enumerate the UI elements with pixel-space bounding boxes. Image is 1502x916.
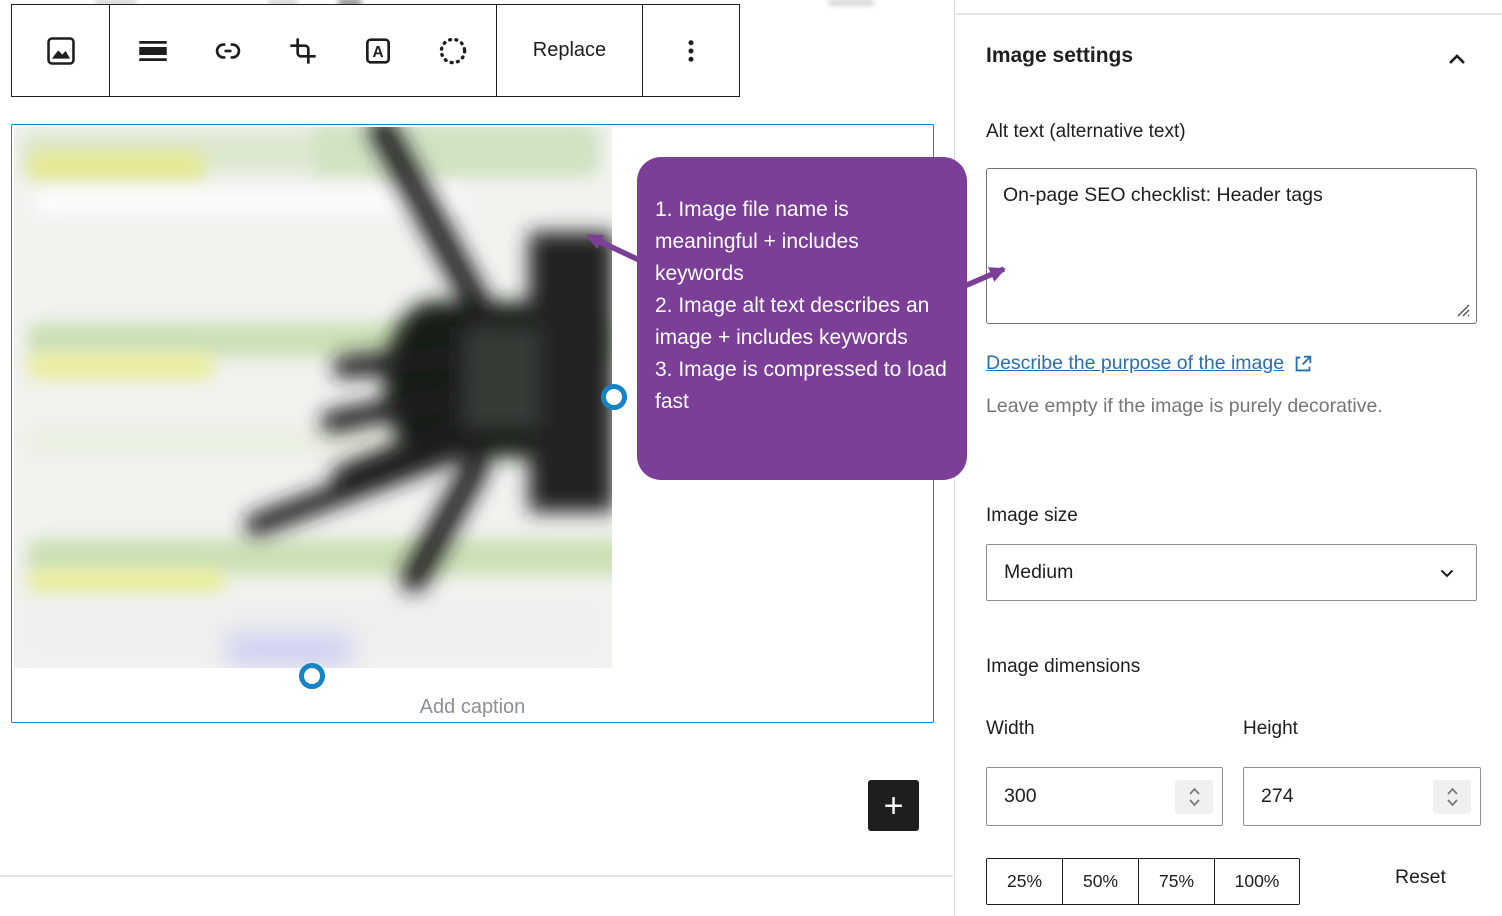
duotone-filter-icon xyxy=(436,34,470,68)
image-block-icon xyxy=(44,34,78,68)
toolbar-block-type-section xyxy=(12,5,109,96)
canvas-divider xyxy=(0,875,953,877)
alt-text-help: Leave empty if the image is purely decor… xyxy=(986,388,1406,424)
reset-button[interactable]: Reset xyxy=(1395,866,1446,889)
image-block-button[interactable] xyxy=(29,19,93,83)
scale-50-button[interactable]: 50% xyxy=(1062,859,1138,904)
collapse-panel-button[interactable] xyxy=(1443,46,1471,74)
image-size-label: Image size xyxy=(986,505,1078,527)
cropped-content-fragment xyxy=(828,0,874,5)
image-block-toolbar: A Replace xyxy=(11,4,740,97)
external-link-icon xyxy=(1292,353,1314,375)
toolbar-options-section xyxy=(642,5,739,96)
height-stepper[interactable] xyxy=(1433,780,1471,814)
svg-text:A: A xyxy=(372,44,383,61)
duotone-filter-button[interactable] xyxy=(421,19,485,83)
options-button[interactable] xyxy=(659,19,723,83)
text-overlay-icon: A xyxy=(362,35,394,67)
align-button[interactable] xyxy=(121,19,185,83)
height-field xyxy=(1243,767,1481,826)
seo-annotation-callout: 1. Image file name is meaningful + inclu… xyxy=(637,157,967,480)
splat-graphic xyxy=(14,127,612,668)
chevron-down-icon xyxy=(1435,561,1459,585)
height-label: Height xyxy=(1243,718,1298,740)
replace-button[interactable]: Replace xyxy=(497,5,642,96)
link-icon xyxy=(212,35,244,67)
alt-text-label: Alt text (alternative text) xyxy=(986,121,1186,143)
toolbar-tools-section: A xyxy=(109,5,496,96)
options-icon xyxy=(676,36,706,66)
chevron-up-icon xyxy=(1443,46,1471,74)
crop-button[interactable] xyxy=(271,19,335,83)
text-overlay-button[interactable]: A xyxy=(346,19,410,83)
image-dimensions-label: Image dimensions xyxy=(986,656,1140,678)
width-field xyxy=(986,767,1223,826)
link-button[interactable] xyxy=(196,19,260,83)
selected-image[interactable] xyxy=(14,127,612,668)
scale-75-button[interactable]: 75% xyxy=(1138,859,1214,904)
image-size-value: Medium xyxy=(1004,561,1073,584)
caption-placeholder[interactable]: Add caption xyxy=(11,696,934,719)
editor-canvas: A Replace xyxy=(0,0,1502,916)
width-stepper[interactable] xyxy=(1175,780,1213,814)
width-label: Width xyxy=(986,718,1035,740)
add-block-button[interactable]: + xyxy=(868,780,919,831)
callout-item: 2. Image alt text describes an image + i… xyxy=(655,290,950,354)
panel-title[interactable]: Image settings xyxy=(986,44,1133,68)
scale-100-button[interactable]: 100% xyxy=(1214,859,1299,904)
plus-icon: + xyxy=(884,787,904,825)
sidebar-divider xyxy=(955,13,1502,15)
height-input[interactable] xyxy=(1261,768,1381,825)
image-size-select[interactable]: Medium xyxy=(986,544,1477,601)
scale-25-button[interactable]: 25% xyxy=(987,859,1062,904)
resize-handle-bottom[interactable] xyxy=(299,663,325,689)
crop-icon xyxy=(287,35,319,67)
callout-item: 1. Image file name is meaningful + inclu… xyxy=(655,194,950,290)
alt-text-help-link[interactable]: Describe the purpose of the image xyxy=(986,352,1314,375)
align-none-icon xyxy=(138,36,168,66)
callout-item: 3. Image is compressed to load fast xyxy=(655,354,950,418)
toolbar-replace-section: Replace xyxy=(496,5,642,96)
alt-text-help-link-label: Describe the purpose of the image xyxy=(986,352,1284,375)
alt-text-input[interactable]: On-page SEO checklist: Header tags xyxy=(986,168,1477,324)
resize-handle-right[interactable] xyxy=(601,384,627,410)
scale-preset-group: 25% 50% 75% 100% xyxy=(986,858,1300,905)
settings-sidebar: Image settings Alt text (alternative tex… xyxy=(954,0,1502,916)
width-input[interactable] xyxy=(1004,768,1124,825)
